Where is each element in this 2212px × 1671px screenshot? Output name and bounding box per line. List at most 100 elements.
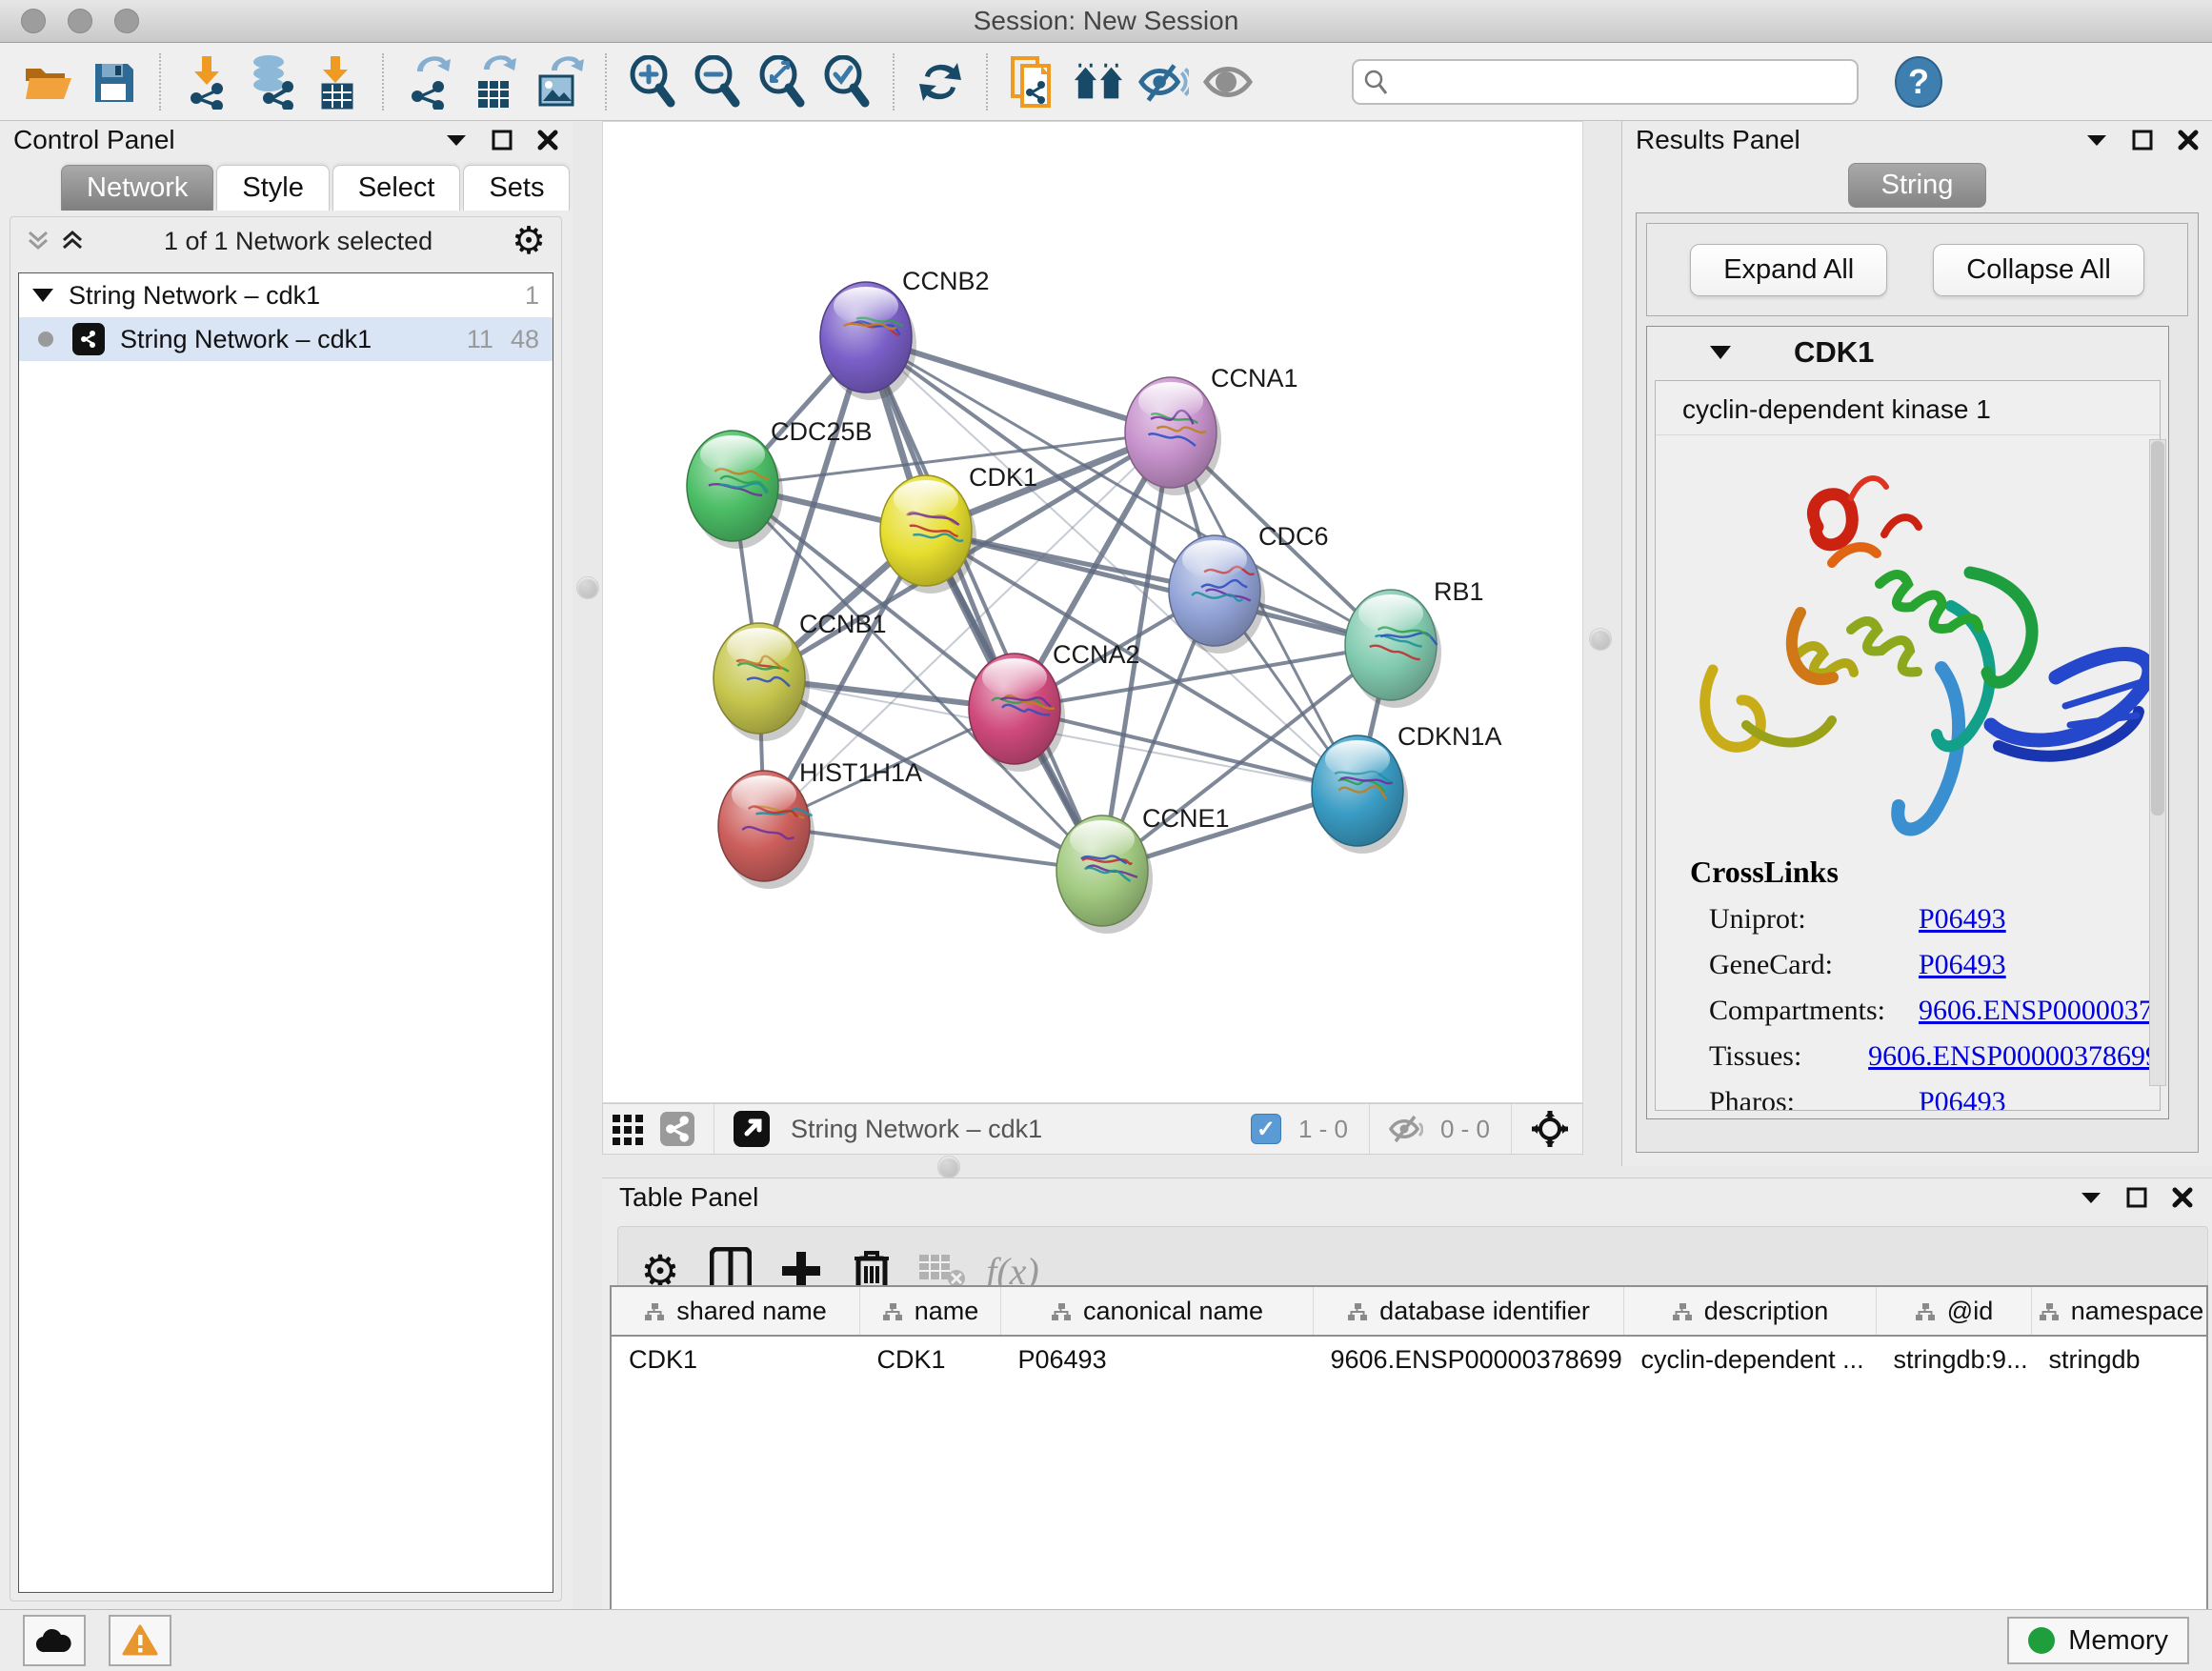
close-panel-icon[interactable]	[2178, 130, 2199, 151]
table-cell[interactable]: P06493	[1001, 1336, 1314, 1382]
column-header-name[interactable]: name	[860, 1287, 1001, 1336]
crosslink-link[interactable]: P06493	[1919, 1086, 2006, 1111]
hidden-elements-icon[interactable]	[1389, 1115, 1423, 1143]
panel-menu-icon[interactable]	[2081, 1191, 2101, 1204]
zoom-out-icon[interactable]	[692, 56, 743, 108]
right-splitter[interactable]	[1583, 121, 1623, 1155]
help-button[interactable]: ?	[1895, 56, 1942, 108]
collapse-all-button[interactable]: Collapse All	[1933, 244, 2144, 296]
zoom-selected-icon[interactable]	[821, 56, 873, 108]
control-panel-tabs: NetworkStyleSelectSets	[61, 165, 572, 211]
float-panel-icon[interactable]	[492, 130, 513, 151]
selected-nodes-checkbox[interactable]: ✓	[1251, 1114, 1281, 1144]
import-table-file-icon[interactable]	[311, 56, 362, 108]
tab-style[interactable]: Style	[216, 165, 329, 211]
entry-header[interactable]: CDK1	[1647, 327, 2168, 378]
panel-menu-icon[interactable]	[2086, 133, 2107, 147]
close-panel-icon[interactable]	[2172, 1187, 2193, 1208]
crosslink-row: Compartments:9606.ENSP00000378699	[1709, 995, 2160, 1027]
float-panel-icon[interactable]	[2132, 130, 2153, 151]
column-header-canonical-name[interactable]: canonical name	[1001, 1287, 1314, 1336]
crosslink-link[interactable]: 9606.ENSP00000378699	[1919, 995, 2161, 1027]
network-edge-HIST1H1A-CCNE1[interactable]	[764, 826, 1102, 871]
crosslink-link[interactable]: P06493	[1919, 949, 2006, 981]
network-node-CDC6[interactable]: CDC6	[1169, 522, 1329, 654]
export-table-icon[interactable]	[469, 56, 520, 108]
network-row[interactable]: String Network – cdk1 11 48	[19, 317, 553, 361]
tab-network[interactable]: Network	[61, 165, 213, 211]
network-node-CCNE1[interactable]: CCNE1	[1056, 804, 1230, 934]
collection-expand-icon[interactable]	[32, 289, 53, 302]
import-network-database-icon[interactable]	[246, 56, 297, 108]
network-node-CDKN1A[interactable]: CDKN1A	[1312, 722, 1502, 854]
expand-all-networks-icon[interactable]	[60, 229, 85, 253]
first-neighbors-icon[interactable]	[1073, 56, 1124, 108]
cloud-button[interactable]	[23, 1615, 86, 1666]
grid-view-icon[interactable]	[613, 1113, 645, 1145]
results-scrollbar-thumb[interactable]	[2151, 441, 2164, 815]
node-label-CCNA2: CCNA2	[1053, 640, 1140, 669]
close-panel-icon[interactable]	[537, 130, 558, 151]
results-scrollbar[interactable]	[2149, 439, 2166, 1086]
column-header-namespace[interactable]: namespace	[2032, 1287, 2209, 1336]
horizontal-splitter-handle[interactable]	[937, 1156, 960, 1178]
import-network-file-icon[interactable]	[181, 56, 232, 108]
expand-all-button[interactable]: Expand All	[1690, 244, 1887, 296]
network-canvas[interactable]: CCNB2CCNA1CDC25BCDK1CDC6RB1CCNB1CCNA2CDK…	[602, 121, 1583, 1103]
crosslink-link[interactable]: P06493	[1919, 903, 2006, 936]
column-header-description[interactable]: description	[1624, 1287, 1877, 1336]
crosslink-link[interactable]: 9606.ENSP00000378699	[1868, 1040, 2160, 1073]
warnings-button[interactable]	[109, 1615, 171, 1666]
crosslink-label: Pharos:	[1709, 1086, 1860, 1111]
table-cell[interactable]: stringdb	[2032, 1336, 2209, 1382]
entry-collapse-icon[interactable]	[1710, 346, 1731, 359]
network-collection-row[interactable]: String Network – cdk1 1	[19, 273, 553, 317]
zoom-in-icon[interactable]	[627, 56, 678, 108]
column-header-database-identifier[interactable]: database identifier	[1314, 1287, 1624, 1336]
open-file-icon[interactable]	[23, 56, 74, 108]
table-row[interactable]: CDK1CDK1P064939606.ENSP00000378699cyclin…	[612, 1336, 2208, 1382]
right-splitter-handle[interactable]	[1589, 628, 1612, 651]
panel-menu-icon[interactable]	[446, 133, 467, 147]
table-cell[interactable]: 9606.ENSP00000378699	[1314, 1336, 1624, 1382]
left-splitter[interactable]	[573, 121, 603, 1609]
tab-select[interactable]: Select	[332, 165, 461, 211]
network-label: String Network – cdk1	[120, 325, 372, 354]
string-network-badge-icon[interactable]	[660, 1112, 694, 1146]
network-node-RB1[interactable]: RB1	[1345, 577, 1484, 708]
table-cell[interactable]: cyclin-dependent ...	[1624, 1336, 1877, 1382]
network-edge-CCNB2-CCNE1[interactable]	[866, 337, 1102, 871]
network-node-CCNA1[interactable]: CCNA1	[1125, 364, 1298, 495]
memory-button[interactable]: Memory	[2007, 1617, 2189, 1664]
open-in-window-icon[interactable]	[734, 1111, 770, 1147]
float-panel-icon[interactable]	[2126, 1187, 2147, 1208]
column-header-shared-name[interactable]: shared name	[612, 1287, 860, 1336]
search-input[interactable]	[1396, 66, 1847, 97]
tab-string[interactable]: String	[1848, 163, 1987, 208]
hide-selected-icon[interactable]	[1137, 56, 1189, 108]
show-all-icon[interactable]	[1202, 56, 1254, 108]
collapse-all-networks-icon[interactable]	[26, 229, 50, 253]
save-session-icon[interactable]	[88, 56, 139, 108]
birds-eye-view-icon[interactable]	[1531, 1110, 1569, 1148]
network-options-gear-icon[interactable]: ⚙	[512, 219, 546, 263]
global-search-box[interactable]	[1352, 59, 1859, 105]
column-header-label: namespace	[2071, 1297, 2204, 1325]
tab-sets[interactable]: Sets	[463, 165, 570, 211]
apply-layout-icon[interactable]	[915, 56, 966, 108]
export-image-icon[interactable]	[533, 56, 585, 108]
network-node-CDC25B[interactable]: CDC25B	[687, 417, 873, 549]
table-cell[interactable]: CDK1	[612, 1336, 860, 1382]
duplicate-network-icon[interactable]	[1008, 56, 1059, 108]
column-header--id[interactable]: @id	[1877, 1287, 2032, 1336]
zoom-fit-icon[interactable]	[756, 56, 808, 108]
network-node-CCNB2[interactable]: CCNB2	[820, 267, 990, 400]
network-node-CCNB1[interactable]: CCNB1	[714, 610, 887, 741]
network-node-HIST1H1A[interactable]: HIST1H1A	[718, 758, 922, 889]
node-table[interactable]: shared namenamecanonical namedatabase id…	[610, 1285, 2208, 1613]
table-cell[interactable]: CDK1	[860, 1336, 1001, 1382]
export-network-icon[interactable]	[404, 56, 455, 108]
table-cell[interactable]: stringdb:9...	[1877, 1336, 2032, 1382]
left-splitter-handle[interactable]	[576, 576, 599, 599]
network-node-CCNA2[interactable]: CCNA2	[969, 640, 1140, 772]
